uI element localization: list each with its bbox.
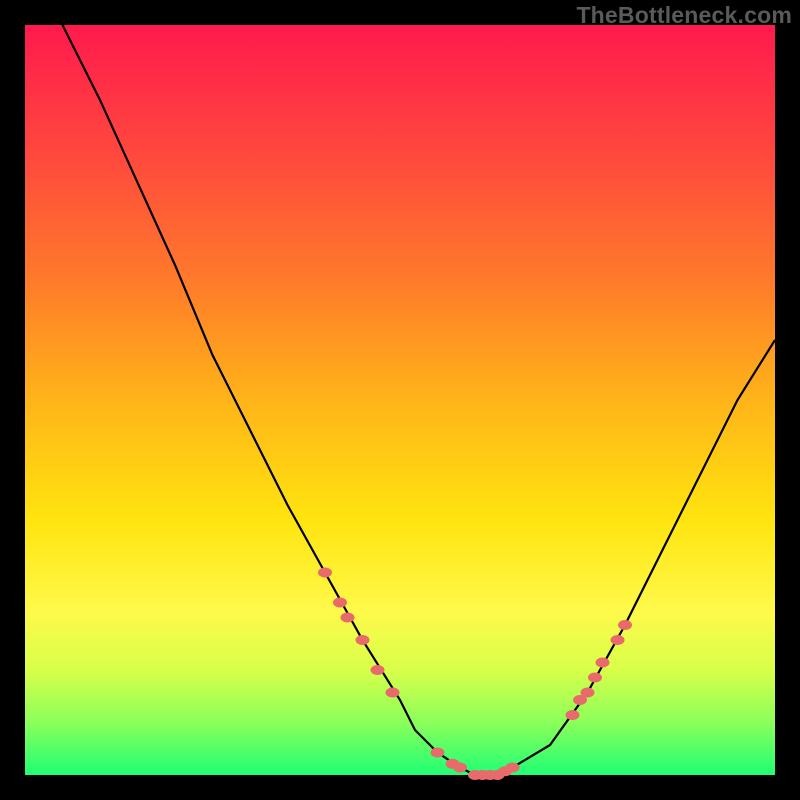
- highlight-dot: [588, 673, 602, 683]
- highlight-dot: [618, 620, 632, 630]
- highlight-dot: [566, 710, 580, 720]
- highlight-dot: [318, 568, 332, 578]
- bottleneck-curve: [63, 25, 776, 775]
- highlight-dot: [341, 613, 355, 623]
- highlight-dots: [318, 568, 632, 781]
- watermark-text: TheBottleneck.com: [576, 2, 792, 29]
- highlight-dot: [333, 598, 347, 608]
- highlight-dot: [611, 635, 625, 645]
- curve-layer: [25, 25, 775, 775]
- highlight-dot: [596, 658, 610, 668]
- highlight-dot: [356, 635, 370, 645]
- highlight-dot: [506, 763, 520, 773]
- highlight-dot: [371, 665, 385, 675]
- chart-frame: TheBottleneck.com: [0, 0, 800, 800]
- highlight-dot: [431, 748, 445, 758]
- highlight-dot: [581, 688, 595, 698]
- highlight-dot: [453, 763, 467, 773]
- highlight-dot: [386, 688, 400, 698]
